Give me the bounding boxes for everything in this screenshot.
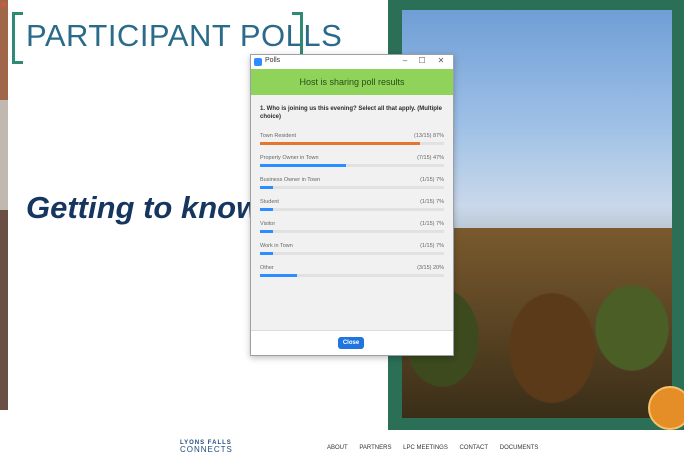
poll-option: Business Owner in Town (1/15) 7% <box>260 177 444 199</box>
nav-link-about[interactable]: ABOUT <box>327 445 348 451</box>
result-bar-track <box>260 142 444 145</box>
option-stat: (3/15) 20% <box>417 265 444 271</box>
poll-results-window: Polls – ☐ ✕ Host is sharing poll results… <box>250 54 454 356</box>
poll-option: Visitor (1/15) 7% <box>260 221 444 243</box>
photo-fragment <box>0 0 8 100</box>
photo-fragment <box>0 210 8 410</box>
option-stat: (1/15) 7% <box>420 199 444 205</box>
option-label: Visitor <box>260 221 276 227</box>
poll-option: Property Owner in Town (7/15) 47% <box>260 155 444 177</box>
result-bar <box>260 186 273 189</box>
option-label: Business Owner in Town <box>260 177 321 183</box>
photo-fragment <box>0 100 8 210</box>
zoom-app-icon <box>254 58 262 66</box>
result-bar-track <box>260 252 444 255</box>
left-bracket <box>12 12 23 64</box>
nav-link-contact[interactable]: CONTACT <box>460 445 489 451</box>
window-title: Polls <box>265 57 281 64</box>
left-photo-strip <box>0 0 8 466</box>
poll-option: Work in Town (1/15) 7% <box>260 243 444 265</box>
poll-question: 1. Who is joining us this evening? Selec… <box>260 106 442 120</box>
footer-nav: ABOUT PARTNERS LPC MEETINGS CONTACT DOCU… <box>327 445 548 451</box>
close-button[interactable]: Close <box>338 337 364 349</box>
window-titlebar: Polls – ☐ ✕ <box>251 55 453 69</box>
result-bar <box>260 274 297 277</box>
window-close-button[interactable]: ✕ <box>435 56 447 65</box>
result-bar <box>260 164 347 167</box>
window-footer: Close <box>251 330 453 355</box>
poll-option: Student (1/15) 7% <box>260 199 444 221</box>
nav-link-partners[interactable]: PARTNERS <box>359 445 391 451</box>
option-stat: (7/15) 47% <box>417 155 444 161</box>
option-label: Student <box>260 199 279 205</box>
result-bar-track <box>260 208 444 211</box>
minimize-button[interactable]: – <box>399 56 411 65</box>
option-stat: (1/15) 7% <box>420 221 444 227</box>
option-stat: (13/15) 87% <box>414 133 444 139</box>
result-bar <box>260 252 273 255</box>
result-bar-track <box>260 274 444 277</box>
option-label: Other <box>260 265 274 271</box>
recording-dot <box>1 2 6 7</box>
slide-subtitle: Getting to know <box>26 190 261 225</box>
result-bar <box>260 142 421 145</box>
poll-options: Town Resident (13/15) 87% Property Owner… <box>260 133 444 287</box>
option-stat: (1/15) 7% <box>420 243 444 249</box>
result-bar <box>260 230 273 233</box>
poll-option: Other (3/15) 20% <box>260 265 444 287</box>
poll-option: Town Resident (13/15) 87% <box>260 133 444 155</box>
maximize-button[interactable]: ☐ <box>416 56 428 65</box>
option-label: Town Resident <box>260 133 297 139</box>
site-logo[interactable]: LYONS FALLS CONNECTS <box>180 440 233 454</box>
logo-badge-icon <box>648 386 684 430</box>
option-stat: (1/15) 7% <box>420 177 444 183</box>
result-bar <box>260 208 273 211</box>
option-label: Work in Town <box>260 243 293 249</box>
result-bar-track <box>260 164 444 167</box>
nav-link-lpc-meetings[interactable]: LPC MEETINGS <box>403 445 448 451</box>
option-label: Property Owner in Town <box>260 155 319 161</box>
logo-text-bottom: CONNECTS <box>180 445 233 454</box>
sharing-banner: Host is sharing poll results <box>251 69 453 95</box>
result-bar-track <box>260 230 444 233</box>
result-bar-track <box>260 186 444 189</box>
nav-link-documents[interactable]: DOCUMENTS <box>500 445 539 451</box>
